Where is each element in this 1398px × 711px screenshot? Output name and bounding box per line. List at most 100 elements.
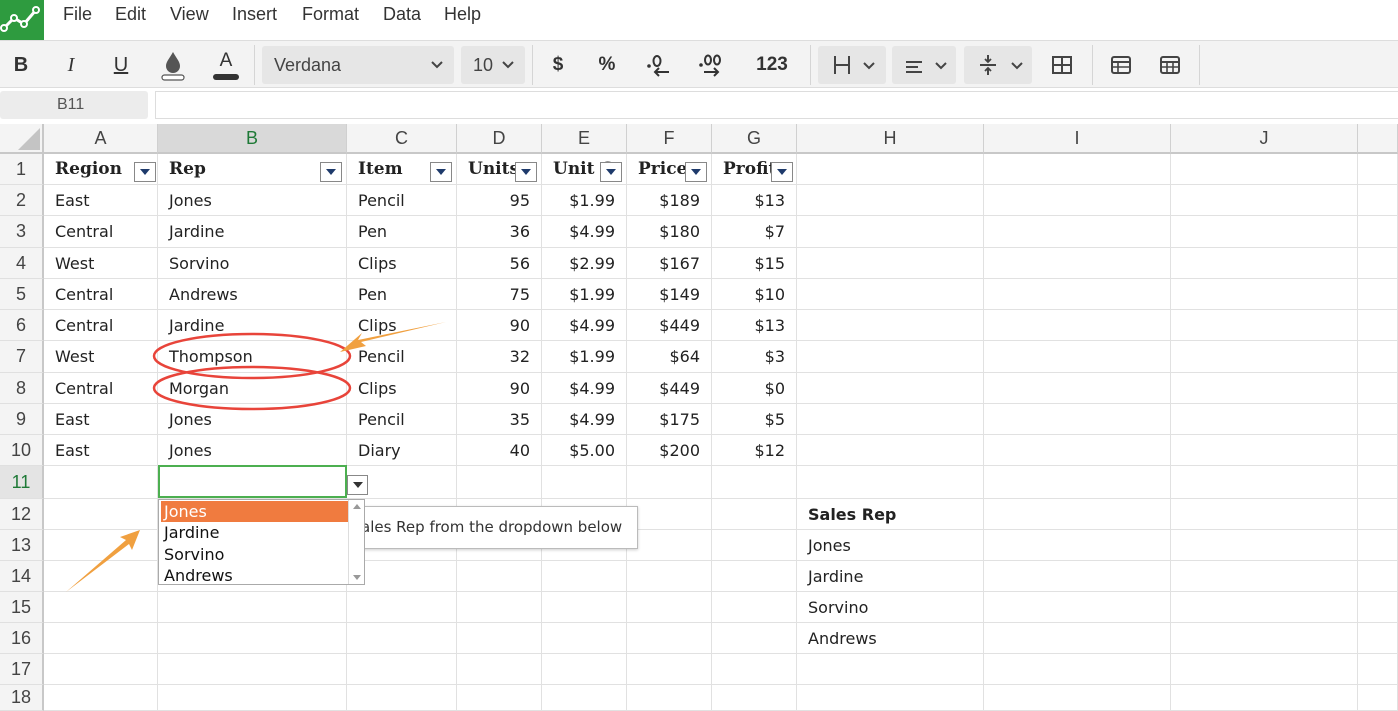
column-header-d[interactable]: D bbox=[457, 124, 542, 154]
row-header-16[interactable]: 16 bbox=[0, 623, 44, 654]
cell-g13[interactable] bbox=[712, 530, 797, 561]
percent-format-button[interactable]: % bbox=[594, 49, 620, 81]
column-header-c[interactable]: C bbox=[347, 124, 457, 154]
cell-g8[interactable]: $0 bbox=[712, 373, 797, 404]
cell-e8[interactable]: $4.99 bbox=[542, 373, 627, 404]
row-header-2[interactable]: 2 bbox=[0, 185, 44, 216]
cell-k9[interactable] bbox=[1358, 404, 1398, 435]
active-cell-b11[interactable] bbox=[158, 465, 347, 498]
cell-d3[interactable]: 36 bbox=[457, 216, 542, 248]
cell-j7[interactable] bbox=[1171, 341, 1358, 373]
cell-b8[interactable]: Morgan bbox=[158, 373, 347, 404]
cell-g17[interactable] bbox=[712, 654, 797, 685]
cell-a17[interactable] bbox=[44, 654, 158, 685]
cell-b15[interactable] bbox=[158, 592, 347, 623]
cell-h15[interactable]: Sorvino bbox=[797, 592, 984, 623]
cell-e18[interactable] bbox=[542, 685, 627, 711]
cell-g6[interactable]: $13 bbox=[712, 310, 797, 341]
row-header-8[interactable]: 8 bbox=[0, 373, 44, 404]
cell-h3[interactable] bbox=[797, 216, 984, 248]
column-header-i[interactable]: I bbox=[984, 124, 1171, 154]
row-header-1[interactable]: 1 bbox=[0, 154, 44, 185]
cell-a6[interactable]: Central bbox=[44, 310, 158, 341]
cell-d15[interactable] bbox=[457, 592, 542, 623]
cell-i15[interactable] bbox=[984, 592, 1171, 623]
cell-i13[interactable] bbox=[984, 530, 1171, 561]
cell-k6[interactable] bbox=[1358, 310, 1398, 341]
cell-e15[interactable] bbox=[542, 592, 627, 623]
cell-b10[interactable]: Jones bbox=[158, 435, 347, 466]
cell-i2[interactable] bbox=[984, 185, 1171, 216]
menu-data[interactable]: Data bbox=[383, 4, 421, 25]
column-header-g[interactable]: G bbox=[712, 124, 797, 154]
cell-c16[interactable] bbox=[347, 623, 457, 654]
cell-e16[interactable] bbox=[542, 623, 627, 654]
cell-k13[interactable] bbox=[1358, 530, 1398, 561]
bold-button[interactable]: B bbox=[8, 49, 34, 81]
cell-k8[interactable] bbox=[1358, 373, 1398, 404]
cell-a12[interactable] bbox=[44, 499, 158, 530]
cell-i14[interactable] bbox=[984, 561, 1171, 592]
horizontal-align-select[interactable] bbox=[818, 46, 886, 84]
filter-dropdown-icon[interactable] bbox=[685, 162, 707, 182]
cell-j6[interactable] bbox=[1171, 310, 1358, 341]
column-header-e[interactable]: E bbox=[542, 124, 627, 154]
cell-d16[interactable] bbox=[457, 623, 542, 654]
cell-j14[interactable] bbox=[1171, 561, 1358, 592]
insert-table-button[interactable] bbox=[1107, 49, 1135, 81]
cell-c8[interactable]: Clips bbox=[347, 373, 457, 404]
cell-g5[interactable]: $10 bbox=[712, 279, 797, 310]
cell-f16[interactable] bbox=[627, 623, 712, 654]
cell-h16[interactable]: Andrews bbox=[797, 623, 984, 654]
cell-d11[interactable] bbox=[457, 466, 542, 499]
cell-b5[interactable]: Andrews bbox=[158, 279, 347, 310]
cell-c5[interactable]: Pen bbox=[347, 279, 457, 310]
cell-i17[interactable] bbox=[984, 654, 1171, 685]
cell-i4[interactable] bbox=[984, 248, 1171, 279]
cell-b4[interactable]: Sorvino bbox=[158, 248, 347, 279]
row-header-4[interactable]: 4 bbox=[0, 248, 44, 279]
filter-dropdown-icon[interactable] bbox=[320, 162, 342, 182]
cell-i9[interactable] bbox=[984, 404, 1171, 435]
cell-b3[interactable]: Jardine bbox=[158, 216, 347, 248]
cell-d2[interactable]: 95 bbox=[457, 185, 542, 216]
row-header-11[interactable]: 11 bbox=[0, 466, 44, 499]
cell-h13[interactable]: Jones bbox=[797, 530, 984, 561]
cell-f10[interactable]: $200 bbox=[627, 435, 712, 466]
cell-e6[interactable]: $4.99 bbox=[542, 310, 627, 341]
menu-view[interactable]: View bbox=[170, 4, 209, 25]
cell-a14[interactable] bbox=[44, 561, 158, 592]
cell-d18[interactable] bbox=[457, 685, 542, 711]
cell-k10[interactable] bbox=[1358, 435, 1398, 466]
cell-d7[interactable]: 32 bbox=[457, 341, 542, 373]
cell-e2[interactable]: $1.99 bbox=[542, 185, 627, 216]
cell-c6[interactable]: Clips bbox=[347, 310, 457, 341]
cell-g2[interactable]: $13 bbox=[712, 185, 797, 216]
cell-b6[interactable]: Jardine bbox=[158, 310, 347, 341]
cell-k18[interactable] bbox=[1358, 685, 1398, 711]
number-format-button[interactable]: 123 bbox=[750, 49, 794, 81]
font-family-select[interactable]: Verdana bbox=[262, 46, 454, 84]
cell-j3[interactable] bbox=[1171, 216, 1358, 248]
cell-i10[interactable] bbox=[984, 435, 1171, 466]
cell-h5[interactable] bbox=[797, 279, 984, 310]
cell-e3[interactable]: $4.99 bbox=[542, 216, 627, 248]
cell-j10[interactable] bbox=[1171, 435, 1358, 466]
cell-e10[interactable]: $5.00 bbox=[542, 435, 627, 466]
column-header-j[interactable]: J bbox=[1171, 124, 1358, 154]
cell-k7[interactable] bbox=[1358, 341, 1398, 373]
cell-d14[interactable] bbox=[457, 561, 542, 592]
filter-dropdown-icon[interactable] bbox=[430, 162, 452, 182]
cell-h11[interactable] bbox=[797, 466, 984, 499]
cell-b16[interactable] bbox=[158, 623, 347, 654]
cell-k4[interactable] bbox=[1358, 248, 1398, 279]
cell-g9[interactable]: $5 bbox=[712, 404, 797, 435]
cell-i1[interactable] bbox=[984, 154, 1171, 185]
cell-i11[interactable] bbox=[984, 466, 1171, 499]
name-box[interactable]: B11 bbox=[0, 91, 148, 119]
cell-a3[interactable]: Central bbox=[44, 216, 158, 248]
cell-b7[interactable]: Thompson bbox=[158, 341, 347, 373]
grid-table-button[interactable] bbox=[1156, 49, 1184, 81]
cell-i16[interactable] bbox=[984, 623, 1171, 654]
cell-j4[interactable] bbox=[1171, 248, 1358, 279]
